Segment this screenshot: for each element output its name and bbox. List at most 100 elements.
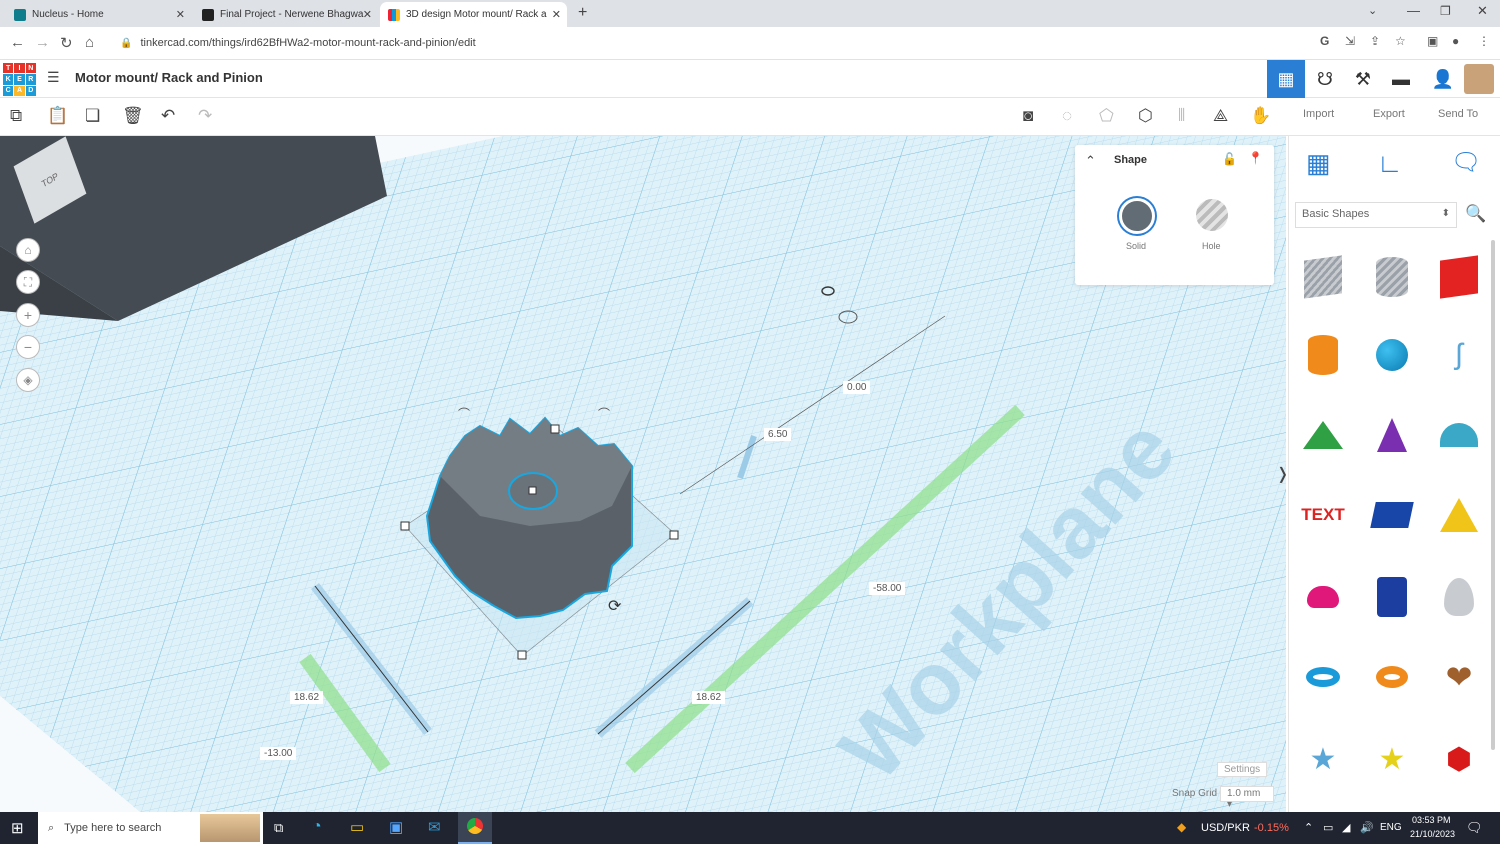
perspective-icon[interactable]: ◈: [16, 368, 40, 392]
tab-final-project[interactable]: Final Project - Nerwene Bhagwa ✕: [194, 2, 378, 27]
cruise-icon[interactable]: ✋: [1250, 106, 1271, 126]
solid-swatch[interactable]: [1119, 198, 1155, 234]
design-menu-icon[interactable]: ☰: [47, 69, 60, 86]
center-handle[interactable]: [528, 486, 537, 495]
close-icon[interactable]: ✕: [552, 8, 561, 21]
settings-button[interactable]: Settings: [1217, 762, 1268, 777]
windows-start-icon[interactable]: ⊞: [11, 819, 24, 837]
shape-star-blue[interactable]: ★: [1292, 726, 1354, 792]
reload-icon[interactable]: ↻: [60, 34, 73, 52]
delete-icon[interactable]: 🗑: [122, 106, 144, 126]
panel-collapse-icon[interactable]: ❭: [1276, 464, 1286, 484]
profile-icon[interactable]: ●: [1452, 34, 1459, 48]
shape-box-red[interactable]: [1428, 244, 1490, 310]
dimension-label[interactable]: 0.00: [843, 381, 871, 394]
resize-handle[interactable]: [400, 521, 410, 531]
zoom-in-icon[interactable]: +: [16, 303, 40, 327]
mirror-icon[interactable]: ⟁: [1213, 106, 1228, 126]
shape-sphere[interactable]: [1361, 322, 1423, 388]
shape-half-sphere[interactable]: [1292, 564, 1354, 630]
task-view-icon[interactable]: ⧉: [274, 820, 283, 836]
lock-icon[interactable]: 🔓: [1222, 152, 1237, 166]
fit-view-icon[interactable]: ⛶: [16, 270, 40, 294]
volume-icon[interactable]: 🔊: [1360, 821, 1374, 834]
import-button[interactable]: Import: [1303, 108, 1334, 120]
redo-icon[interactable]: ↷: [198, 106, 212, 126]
minimize-icon[interactable]: —: [1407, 3, 1420, 18]
notifications-icon[interactable]: 🗨: [1466, 820, 1483, 836]
workplane-tool-icon[interactable]: ▦: [1306, 148, 1331, 179]
shape-roof[interactable]: [1292, 402, 1354, 468]
resize-handle[interactable]: [517, 650, 527, 660]
rotate-handle-icon[interactable]: ⌒: [458, 407, 470, 421]
home-view-icon[interactable]: ⌂: [16, 238, 40, 262]
new-tab-icon[interactable]: +: [578, 4, 587, 22]
hole-swatch[interactable]: [1196, 199, 1228, 231]
forward-icon[interactable]: →: [35, 34, 50, 51]
chrome-taskbar-button[interactable]: [458, 812, 492, 844]
shape-heart[interactable]: ❤: [1428, 644, 1490, 710]
minecraft-button[interactable]: ⚒: [1344, 60, 1382, 98]
shape-star-yellow[interactable]: ★: [1361, 726, 1423, 792]
shape-paraboloid[interactable]: [1428, 564, 1490, 630]
sidebar-icon[interactable]: ▣: [1427, 34, 1438, 48]
3d-view-button[interactable]: ▦: [1267, 60, 1305, 98]
store-icon[interactable]: ▣: [389, 818, 403, 836]
clock-date[interactable]: 21/10/2023: [1410, 829, 1455, 839]
battery-icon[interactable]: ▭: [1323, 821, 1333, 834]
shape-tube[interactable]: [1361, 644, 1423, 710]
copy-icon[interactable]: ⧉: [10, 106, 22, 126]
sim-lab-button[interactable]: ☋: [1306, 60, 1344, 98]
shape-cone[interactable]: [1361, 402, 1423, 468]
export-button[interactable]: Export: [1373, 108, 1405, 120]
tab-nucleus[interactable]: Nucleus - Home ✕: [6, 2, 191, 27]
collapse-icon[interactable]: ⌃: [1085, 153, 1096, 169]
project-title[interactable]: Motor mount/ Rack and Pinion: [75, 70, 263, 85]
rotate-handle-icon[interactable]: ⟳: [608, 598, 622, 615]
rotate-handle-icon[interactable]: ⌒: [598, 407, 610, 421]
ruler-icon[interactable]: ∟: [1377, 148, 1402, 179]
shape-library-select[interactable]: Basic Shapes ⬍: [1295, 202, 1457, 228]
url-field[interactable]: 🔒 tinkercad.com/things/ird62BfHWa2-motor…: [106, 31, 1306, 55]
snap-grid-select[interactable]: 1.0 mm ▾: [1220, 786, 1274, 810]
search-icon[interactable]: 🔍: [1465, 204, 1486, 224]
google-icon[interactable]: G: [1320, 34, 1329, 48]
notes-icon[interactable]: ◙: [1023, 106, 1033, 126]
shape-torus[interactable]: [1292, 644, 1354, 710]
network-icon[interactable]: ◢: [1342, 821, 1350, 834]
dimension-label[interactable]: -58.00: [869, 582, 906, 595]
dimension-label[interactable]: -13.00: [260, 747, 297, 760]
shape-icosahedron[interactable]: ⬢: [1428, 726, 1490, 792]
send-to-button[interactable]: Send To: [1438, 108, 1478, 120]
duplicate-icon[interactable]: ❏: [85, 106, 100, 126]
tray-chevron-icon[interactable]: ⌃: [1304, 821, 1313, 834]
clock-time[interactable]: 03:53 PM: [1412, 815, 1451, 825]
chevron-down-icon[interactable]: ⌄: [1368, 4, 1377, 17]
undo-icon[interactable]: ↶: [161, 106, 175, 126]
close-icon[interactable]: ✕: [176, 8, 185, 21]
shape-scribble[interactable]: ʃ: [1428, 322, 1490, 388]
star-icon[interactable]: ☆: [1395, 34, 1406, 48]
dimension-label[interactable]: 6.50: [764, 428, 792, 441]
install-icon[interactable]: ⇲: [1345, 34, 1355, 48]
shape-text[interactable]: TEXT: [1292, 482, 1354, 548]
shape-round-roof[interactable]: [1428, 402, 1490, 468]
tab-tinkercad[interactable]: 3D design Motor mount/ Rack a ✕: [380, 2, 567, 27]
close-icon[interactable]: ✕: [363, 8, 372, 21]
align-icon[interactable]: ⫴: [1178, 106, 1185, 126]
workplane-icon[interactable]: ⬡: [1138, 106, 1153, 126]
zoom-out-icon[interactable]: −: [16, 335, 40, 359]
resize-handle[interactable]: [669, 530, 679, 540]
file-explorer-icon[interactable]: ▭: [350, 818, 364, 836]
shape-cylinder-striped[interactable]: [1361, 244, 1423, 310]
taskbar-search[interactable]: ⌕ Type here to search: [38, 812, 263, 844]
mail-icon[interactable]: ✉: [428, 818, 441, 836]
language-indicator[interactable]: ENG: [1380, 822, 1402, 833]
edge-icon[interactable]: ◔: [312, 818, 322, 836]
shape-box[interactable]: [1292, 244, 1354, 310]
shape-polygon[interactable]: [1361, 482, 1423, 548]
home-icon[interactable]: ⌂: [85, 34, 94, 51]
dimension-label[interactable]: 18.62: [290, 691, 324, 704]
avatar[interactable]: [1460, 60, 1498, 98]
add-user-button[interactable]: 👤: [1424, 60, 1462, 98]
